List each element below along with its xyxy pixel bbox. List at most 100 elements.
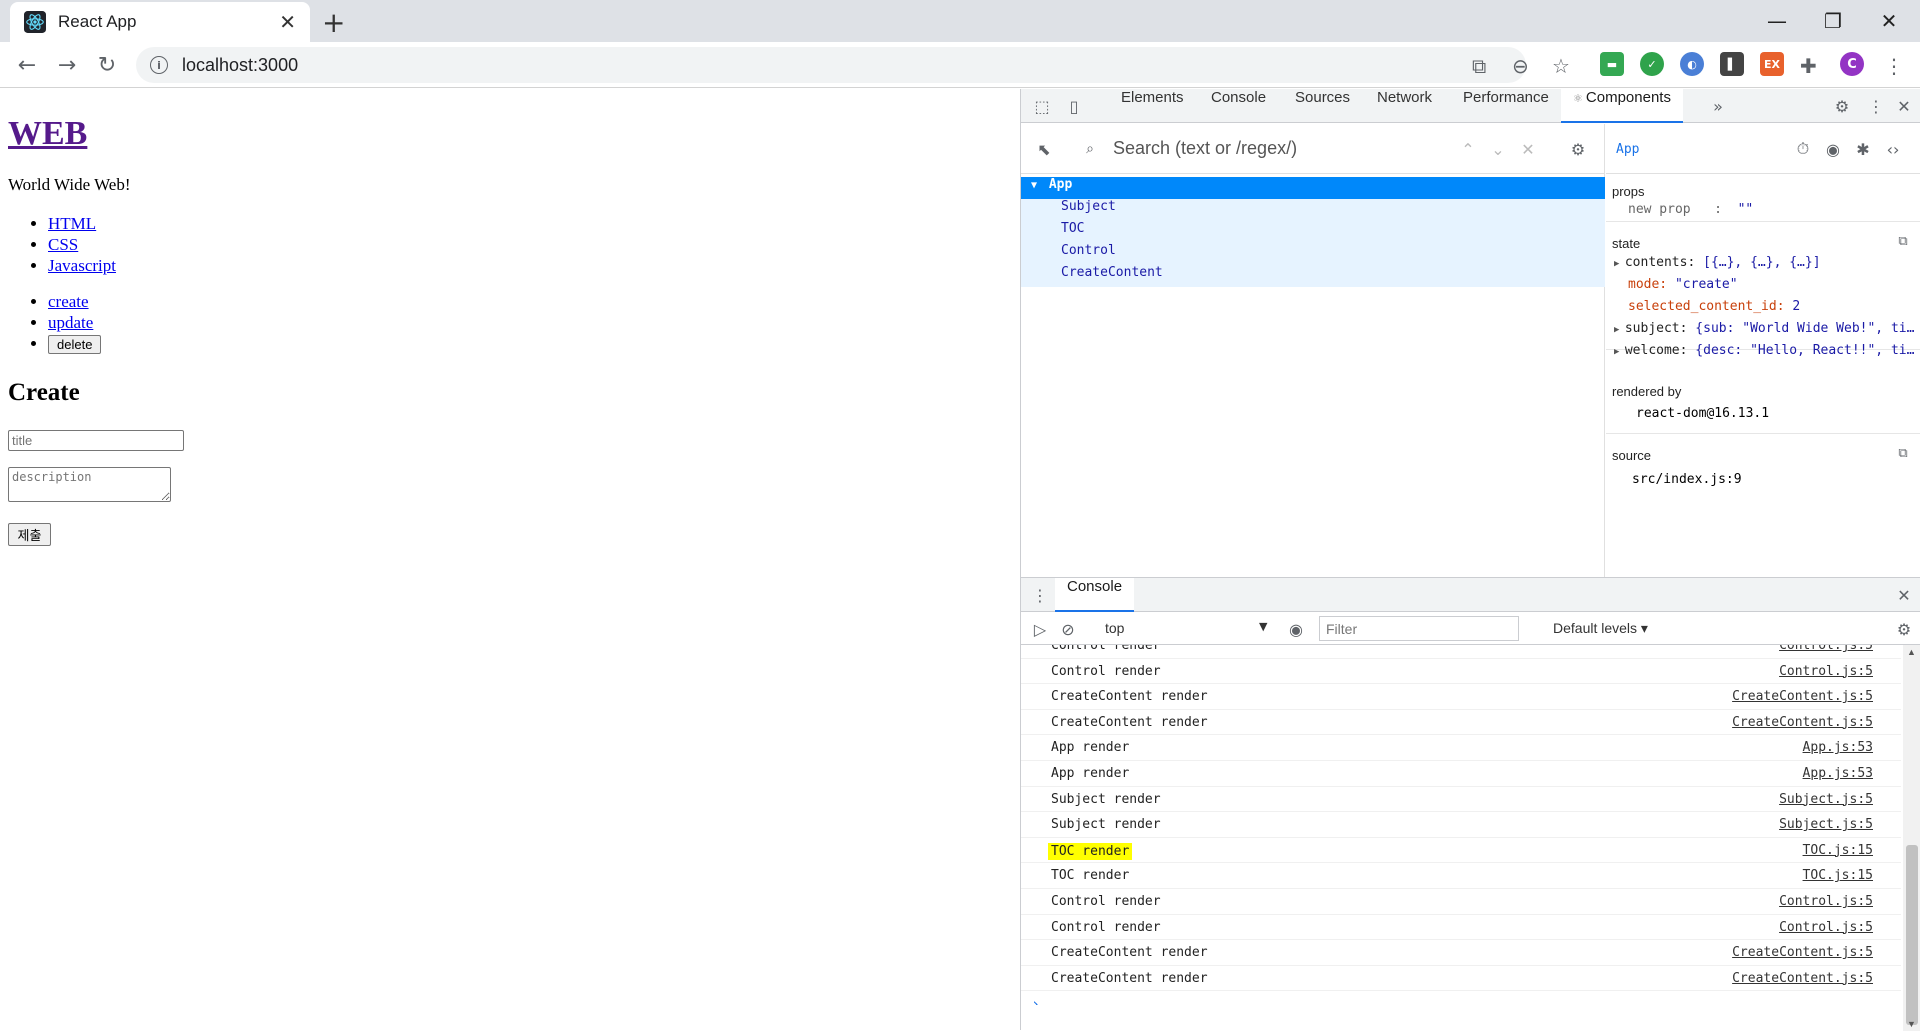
tree-node-toc[interactable]: TOC bbox=[1021, 221, 1605, 243]
create-link[interactable]: create bbox=[48, 292, 89, 311]
devtools-settings-icon[interactable]: ⚙ bbox=[1831, 95, 1853, 117]
scroll-thumb[interactable] bbox=[1906, 845, 1918, 1025]
tree-search-bar: ⬉ ⌕ Search (text or /regex/) ⌃ ⌄ ✕ ⚙ bbox=[1021, 124, 1605, 174]
inspect-dom-eye-icon[interactable]: ◉ bbox=[1822, 138, 1844, 160]
select-component-icon[interactable]: ⬉ bbox=[1033, 138, 1055, 160]
tree-node-subject[interactable]: Subject bbox=[1021, 199, 1605, 221]
back-icon[interactable]: ← bbox=[10, 48, 44, 82]
search-prev-icon[interactable]: ⌃ bbox=[1457, 138, 1479, 160]
extensions-puzzle-icon[interactable]: ✚ bbox=[1800, 54, 1817, 78]
console-settings-icon[interactable]: ⚙ bbox=[1893, 618, 1915, 640]
title-input[interactable] bbox=[8, 430, 184, 451]
tab-components[interactable]: ⚛ Components bbox=[1561, 89, 1683, 123]
log-bug-icon[interactable]: ✱ bbox=[1852, 138, 1874, 160]
submit-button[interactable]: 제출 bbox=[8, 523, 51, 546]
source-value[interactable]: src/index.js:9 bbox=[1632, 472, 1920, 487]
translate-icon[interactable]: ⧉ bbox=[1472, 54, 1486, 78]
console-source-link[interactable]: Control.js:5 bbox=[1779, 645, 1873, 653]
console-sidebar-icon[interactable]: ▷ bbox=[1029, 618, 1051, 640]
tab-close-icon[interactable]: ✕ bbox=[279, 10, 296, 34]
description-textarea[interactable] bbox=[8, 467, 171, 502]
log-levels-dropdown[interactable]: Default levels ▾ bbox=[1553, 620, 1648, 637]
tab-elements[interactable]: Elements bbox=[1121, 89, 1184, 123]
console-source-link[interactable]: Subject.js:5 bbox=[1779, 792, 1873, 807]
menu-kebab-icon[interactable]: ⋮ bbox=[1884, 54, 1904, 78]
console-source-link[interactable]: CreateContent.js:5 bbox=[1732, 971, 1873, 986]
copy-state-icon[interactable]: ⧉ bbox=[1892, 230, 1914, 252]
search-clear-icon[interactable]: ✕ bbox=[1517, 138, 1539, 160]
extension-dark-icon[interactable]: ▌ bbox=[1720, 52, 1744, 76]
site-info-icon[interactable]: i bbox=[150, 56, 168, 74]
console-source-link[interactable]: Subject.js:5 bbox=[1779, 817, 1873, 832]
state-row-mode[interactable]: mode: "create" bbox=[1628, 277, 1920, 292]
minimize-icon[interactable]: — bbox=[1752, 4, 1802, 38]
scroll-down-icon[interactable]: ▼ bbox=[1907, 1019, 1916, 1029]
restore-icon[interactable]: ❐ bbox=[1808, 4, 1858, 38]
scroll-up-icon[interactable]: ▲ bbox=[1907, 647, 1916, 657]
update-link[interactable]: update bbox=[48, 313, 93, 332]
extension-blue-icon[interactable]: ◐ bbox=[1680, 52, 1704, 76]
tree-node-createcontent[interactable]: CreateContent bbox=[1021, 265, 1605, 287]
heading-link[interactable]: WEB bbox=[8, 115, 87, 152]
console-source-link[interactable]: Control.js:5 bbox=[1779, 894, 1873, 909]
toc-link-html[interactable]: HTML bbox=[48, 214, 96, 233]
profile-avatar[interactable]: C bbox=[1840, 52, 1864, 76]
state-row-contents[interactable]: ▶ contents: [{…}, {…}, {…}] bbox=[1614, 255, 1914, 270]
console-source-link[interactable]: Control.js:5 bbox=[1779, 920, 1873, 935]
console-source-link[interactable]: CreateContent.js:5 bbox=[1732, 689, 1873, 704]
devtools-menu-icon[interactable]: ⋮ bbox=[1865, 95, 1887, 117]
tree-node-control[interactable]: Control bbox=[1021, 243, 1605, 265]
console-source-link[interactable]: App.js:53 bbox=[1803, 766, 1873, 781]
tree-node-app[interactable]: ▼ App bbox=[1021, 177, 1605, 199]
console-prompt[interactable]: › bbox=[1031, 995, 1040, 1005]
new-prop-row[interactable]: new prop : "" bbox=[1628, 202, 1920, 217]
browser-tab[interactable]: React App ✕ bbox=[10, 2, 310, 42]
toc-link-css[interactable]: CSS bbox=[48, 235, 78, 254]
extension-ex-icon[interactable]: EX bbox=[1760, 52, 1784, 76]
state-row-subject[interactable]: ▶ subject: {sub: "World Wide Web!", ti… bbox=[1614, 321, 1914, 336]
extension-green-icon[interactable]: ▬ bbox=[1600, 52, 1624, 76]
view-source-icon[interactable]: ‹› bbox=[1882, 138, 1904, 160]
new-tab-icon[interactable]: + bbox=[322, 6, 345, 39]
console-source-link[interactable]: CreateContent.js:5 bbox=[1732, 715, 1873, 730]
copy-source-icon[interactable]: ⧉ bbox=[1892, 442, 1914, 464]
console-source-link[interactable]: App.js:53 bbox=[1803, 740, 1873, 755]
tab-sources[interactable]: Sources bbox=[1295, 89, 1350, 123]
tab-console[interactable]: Console bbox=[1211, 89, 1266, 123]
device-toolbar-icon[interactable]: ▯ bbox=[1063, 95, 1085, 117]
console-source-link[interactable]: Control.js:5 bbox=[1779, 664, 1873, 679]
extension-shield-icon[interactable]: ✓ bbox=[1640, 52, 1664, 76]
expand-triangle-icon[interactable]: ▼ bbox=[1021, 180, 1037, 191]
tab-network[interactable]: Network bbox=[1377, 89, 1432, 123]
context-select[interactable]: top bbox=[1105, 620, 1124, 636]
search-next-icon[interactable]: ⌄ bbox=[1487, 138, 1509, 160]
console-drawer-tab[interactable]: Console bbox=[1055, 578, 1135, 612]
forward-icon[interactable]: → bbox=[50, 48, 84, 82]
clear-console-icon[interactable]: ⊘ bbox=[1057, 618, 1079, 640]
context-dropdown-icon[interactable]: ▼ bbox=[1259, 620, 1267, 633]
console-source-link[interactable]: TOC.js:15 bbox=[1803, 843, 1873, 858]
drawer-close-icon[interactable]: ✕ bbox=[1893, 584, 1915, 606]
tab-performance[interactable]: Performance bbox=[1463, 89, 1549, 123]
bookmark-star-icon[interactable]: ☆ bbox=[1552, 54, 1570, 78]
zoom-icon[interactable]: ⊖ bbox=[1512, 54, 1529, 78]
console-source-link[interactable]: TOC.js:15 bbox=[1803, 868, 1873, 883]
suspend-timer-icon[interactable]: ⏱ bbox=[1792, 138, 1814, 160]
inspect-element-icon[interactable]: ⬚ bbox=[1031, 95, 1053, 117]
devtools-close-icon[interactable]: ✕ bbox=[1893, 95, 1915, 117]
console-scrollbar[interactable]: ▲ ▼ bbox=[1903, 645, 1920, 1031]
console-filter-input[interactable]: Filter bbox=[1319, 616, 1519, 641]
window-close-icon[interactable]: ✕ bbox=[1864, 4, 1914, 38]
state-row-welcome[interactable]: ▶ welcome: {desc: "Hello, React!!", ti… bbox=[1614, 343, 1914, 358]
state-row-selected-id[interactable]: selected_content_id: 2 bbox=[1628, 299, 1920, 314]
reload-icon[interactable]: ↻ bbox=[90, 48, 124, 82]
more-tabs-icon[interactable]: » bbox=[1707, 95, 1729, 117]
live-expression-eye-icon[interactable]: ◉ bbox=[1285, 618, 1307, 640]
delete-button[interactable]: delete bbox=[48, 335, 102, 354]
drawer-menu-icon[interactable]: ⋮ bbox=[1029, 584, 1051, 606]
console-source-link[interactable]: CreateContent.js:5 bbox=[1732, 945, 1873, 960]
search-input[interactable]: Search (text or /regex/) bbox=[1113, 138, 1297, 159]
tree-settings-icon[interactable]: ⚙ bbox=[1567, 138, 1589, 160]
toc-link-javascript[interactable]: Javascript bbox=[48, 256, 116, 275]
address-bar[interactable]: i localhost:3000 bbox=[136, 47, 1526, 83]
